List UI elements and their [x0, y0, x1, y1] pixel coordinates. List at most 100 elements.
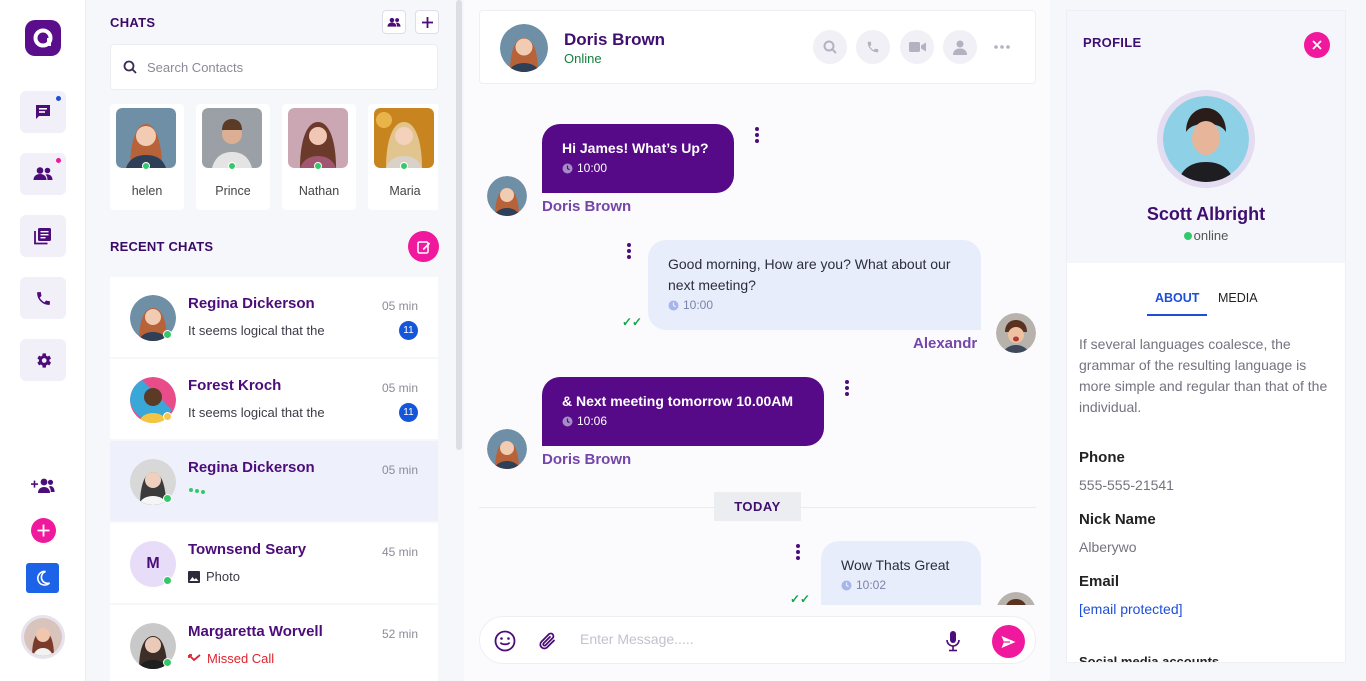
video-icon	[908, 41, 926, 53]
emoji-icon[interactable]	[492, 628, 518, 654]
attachment-icon[interactable]	[535, 628, 561, 654]
message-bubble[interactable]: & Next meeting tomorrow 10.00AM 10:06	[542, 377, 824, 446]
message-sender: Doris Brown	[542, 198, 632, 215]
chat-list-item[interactable]: M Townsend Seary Photo 45 min	[110, 523, 438, 603]
profile-avatar	[1157, 90, 1255, 188]
voice-call-button[interactable]	[856, 30, 890, 64]
online-indicator	[314, 162, 322, 170]
search-button[interactable]	[813, 30, 847, 64]
users-icon	[33, 166, 53, 182]
microphone-icon[interactable]	[940, 628, 966, 654]
email-value[interactable]: [email protected]	[1079, 601, 1183, 617]
chat-list-item[interactable]: Margaretta Worvell Missed Call 52 min	[110, 605, 438, 681]
add-icon[interactable]	[30, 517, 56, 543]
message-bubble[interactable]: Wow Thats Great 10:02	[821, 541, 981, 605]
message-composer	[479, 616, 1036, 664]
profile-status-text: online	[1193, 228, 1229, 243]
send-icon	[1001, 635, 1016, 649]
search-input[interactable]	[147, 59, 407, 75]
social-accounts-label: Social media accounts	[1079, 654, 1220, 663]
message-time-text: 10:06	[577, 414, 608, 428]
message-options-icon[interactable]	[754, 127, 760, 143]
story-item[interactable]: Maria	[368, 104, 438, 210]
compose-button[interactable]	[408, 231, 439, 262]
add-group-button[interactable]	[382, 10, 406, 34]
message-time: 10:02	[841, 578, 961, 592]
chats-title: CHATS	[110, 15, 156, 30]
message-bubble[interactable]: Hi James! What’s Up? 10:00	[542, 124, 734, 193]
more-icon[interactable]	[994, 45, 1010, 49]
contact-name[interactable]: Doris Brown	[564, 30, 665, 50]
chat-name: Regina Dickerson	[188, 295, 315, 312]
user-icon	[953, 40, 967, 55]
avatar	[1163, 96, 1249, 182]
chat-time: 52 min	[381, 627, 418, 641]
chat-preview-text: Photo	[206, 569, 240, 584]
chat-preview: It seems logical that the	[188, 405, 325, 420]
chat-preview-text: It seems logical that the	[188, 405, 325, 420]
chat-time: 05 min	[381, 381, 418, 395]
email-label: Email	[1079, 573, 1120, 590]
chat-time: 45 min	[381, 545, 418, 559]
message-options-icon[interactable]	[844, 380, 850, 396]
chat-list-item[interactable]: Regina Dickerson 05 min	[110, 441, 438, 521]
chat-list-item[interactable]: Forest Kroch It seems logical that the 0…	[110, 359, 438, 439]
story-item[interactable]: Nathan	[282, 104, 356, 210]
send-button[interactable]	[992, 625, 1025, 658]
avatar	[116, 108, 176, 168]
avatar	[487, 176, 527, 216]
current-user-avatar[interactable]	[21, 615, 65, 659]
chats-scrollbar[interactable]	[456, 0, 462, 450]
message-time-text: 10:00	[683, 298, 714, 312]
nav-chats-button[interactable]	[20, 91, 66, 133]
avatar[interactable]	[500, 24, 548, 72]
profile-title: PROFILE	[1083, 35, 1142, 50]
missed-call-icon	[188, 654, 201, 663]
nickname-value: Alberywo	[1079, 539, 1137, 555]
online-indicator	[163, 576, 172, 585]
tab-about[interactable]: ABOUT	[1147, 291, 1208, 316]
nav-settings-button[interactable]	[20, 339, 66, 381]
video-call-button[interactable]	[900, 30, 934, 64]
typing-indicator	[188, 487, 208, 495]
clock-icon	[562, 416, 573, 427]
phone-icon	[866, 40, 880, 54]
clock-icon	[668, 300, 679, 311]
nav-calls-button[interactable]	[20, 277, 66, 319]
new-chat-button[interactable]	[415, 10, 439, 34]
moon-icon[interactable]	[26, 563, 59, 593]
chat-preview-text: Missed Call	[207, 651, 275, 666]
users-icon	[387, 17, 401, 28]
story-item[interactable]: helen	[110, 104, 184, 210]
close-profile-button[interactable]	[1304, 32, 1330, 58]
message-bubble[interactable]: Good morning, How are you? What about ou…	[648, 240, 981, 330]
nav-library-button[interactable]	[20, 215, 66, 257]
message-time-text: 10:02	[856, 578, 887, 592]
message-options-icon[interactable]	[795, 544, 801, 560]
avatar	[202, 108, 262, 168]
message-options-icon[interactable]	[626, 243, 632, 259]
chat-preview: Missed Call	[188, 651, 274, 666]
message-time: 10:06	[562, 414, 804, 428]
logo-icon[interactable]	[25, 20, 61, 56]
profile-name: Scott Albright	[1146, 204, 1266, 224]
phone-icon	[35, 290, 52, 307]
chat-list-item[interactable]: Regina Dickerson It seems logical that t…	[110, 277, 438, 357]
story-item[interactable]: Prince	[196, 104, 270, 210]
add-user-icon[interactable]	[30, 473, 56, 499]
chat-preview-text: It seems logical that the	[188, 323, 325, 338]
message-input[interactable]	[580, 631, 920, 647]
side-rail	[0, 0, 86, 681]
avatar	[996, 313, 1036, 353]
chat-time: 05 min	[381, 463, 418, 477]
online-indicator	[1183, 232, 1192, 240]
recent-chat-list: Regina Dickerson It seems logical that t…	[110, 277, 438, 681]
chats-panel: CHATS helen Prince Nathan Maria	[96, 0, 462, 681]
story-name: Prince	[215, 184, 251, 198]
view-profile-button[interactable]	[943, 30, 977, 64]
conversation-panel: Doris Brown Online Hi James! What’s Up? …	[464, 0, 1050, 681]
nav-contacts-button[interactable]	[20, 153, 66, 195]
notification-dot	[56, 96, 61, 101]
chat-name: Margaretta Worvell	[188, 623, 323, 640]
tab-media[interactable]: MEDIA	[1218, 291, 1258, 305]
